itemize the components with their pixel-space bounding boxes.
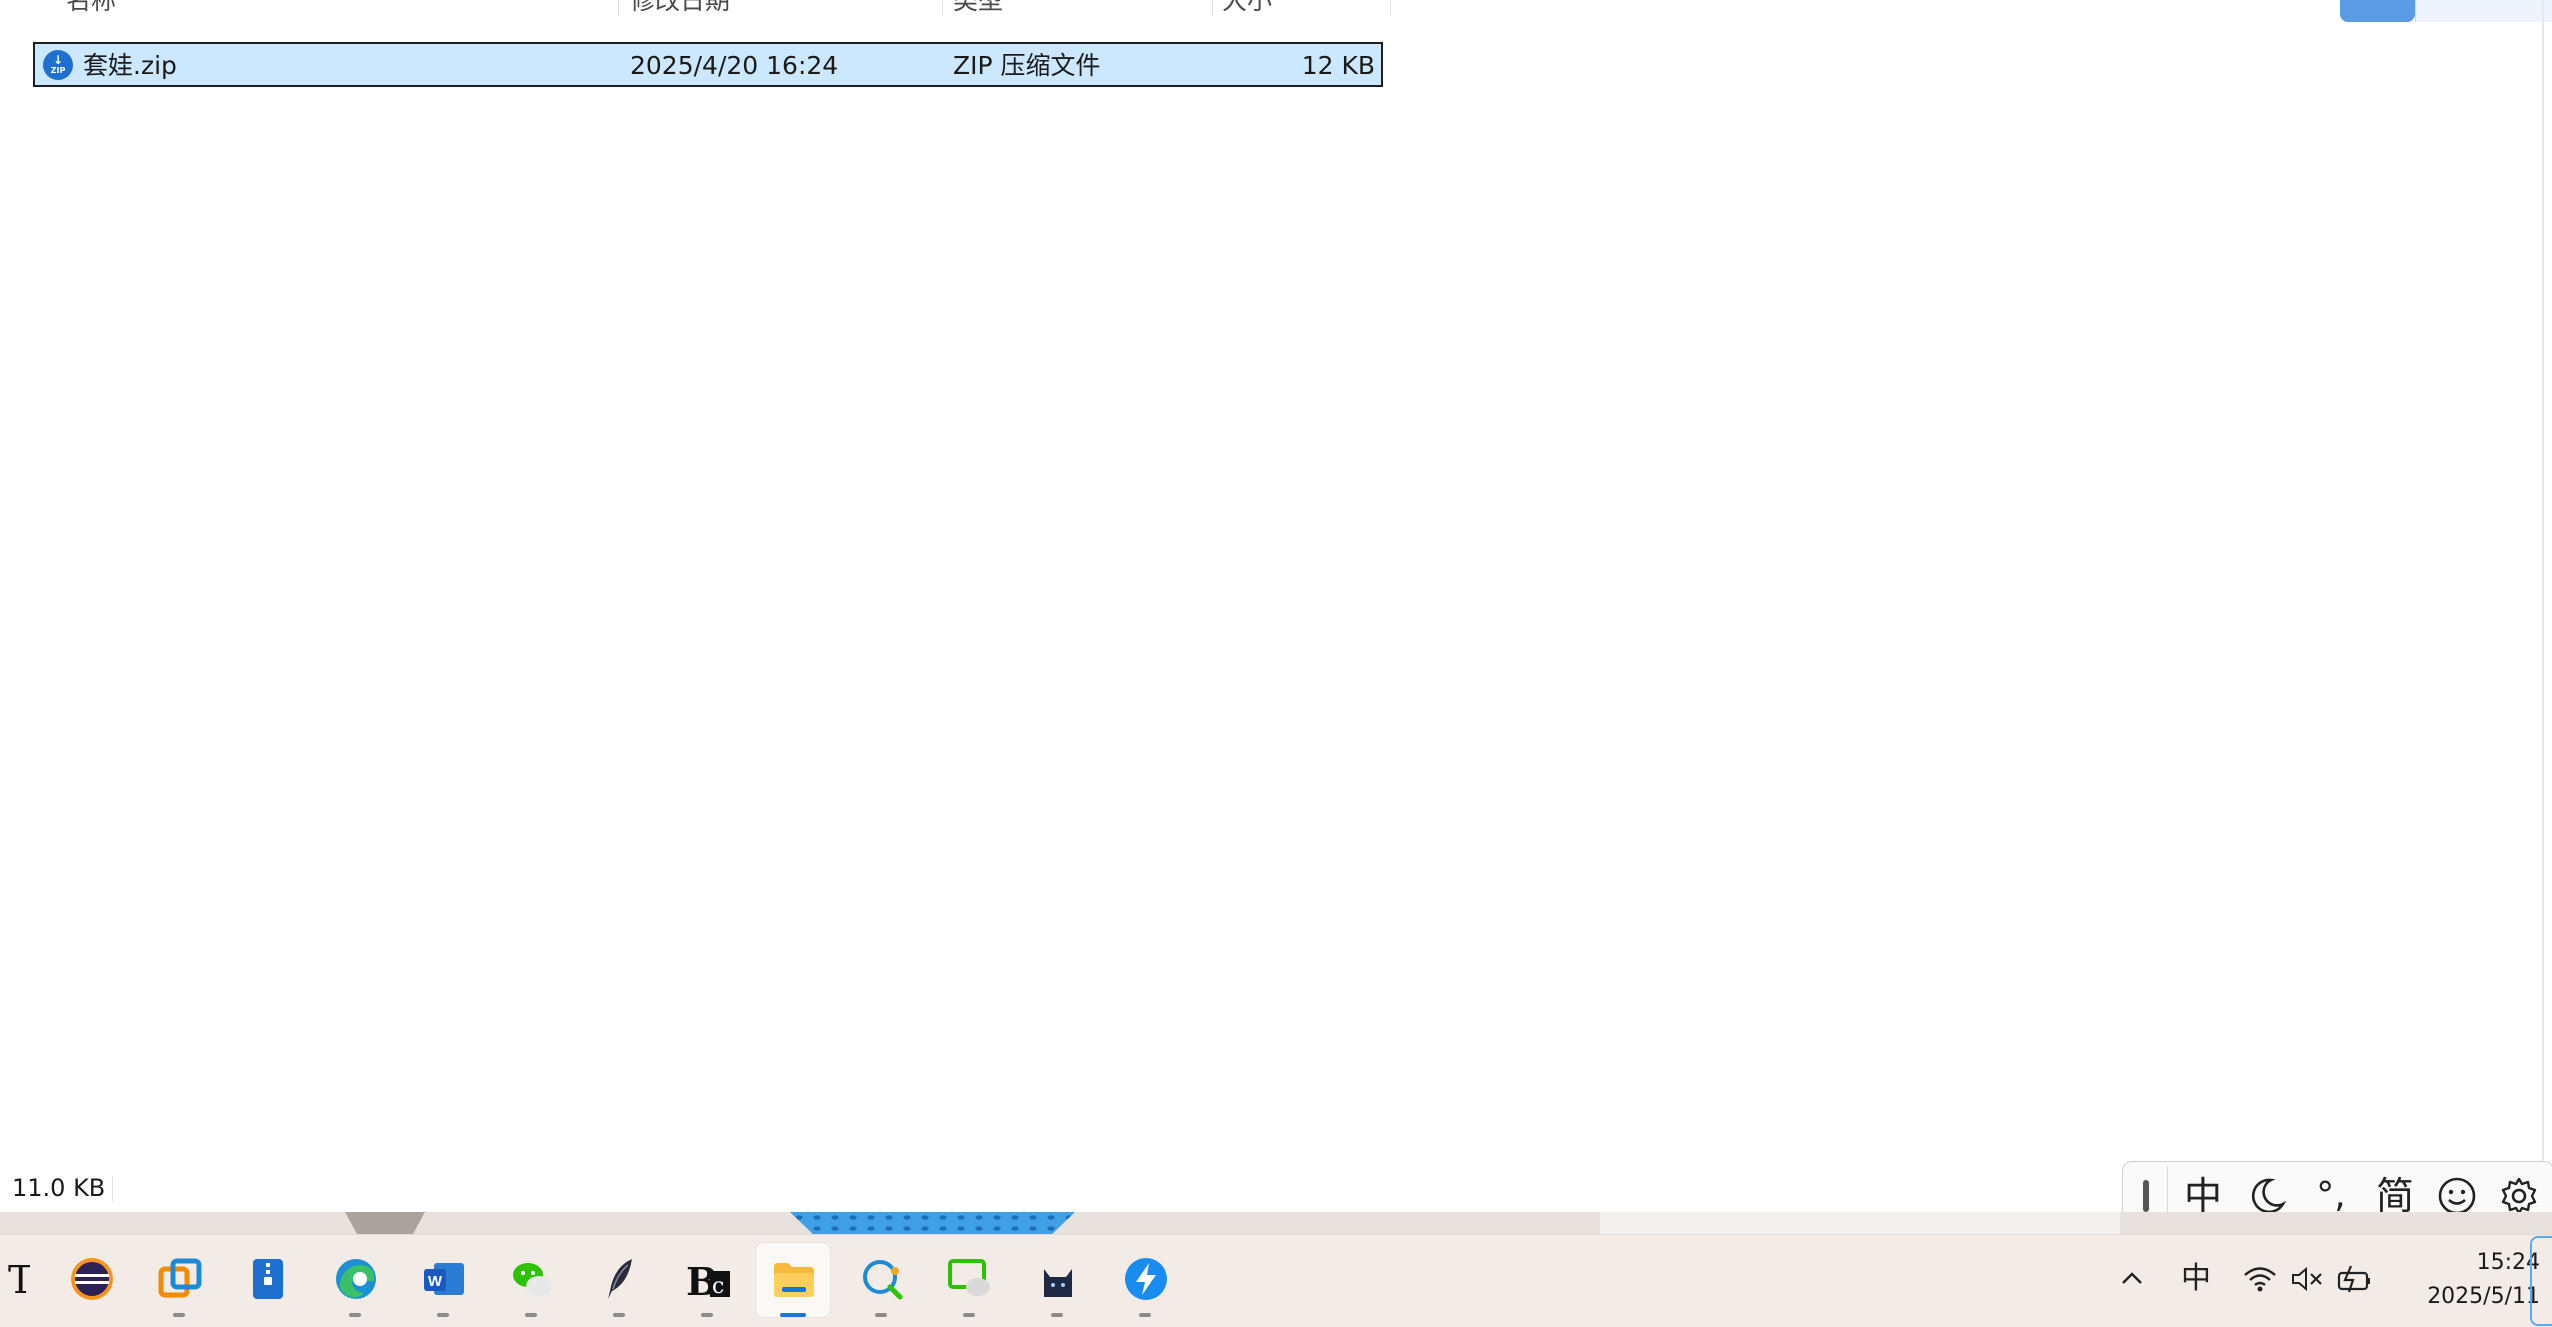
- column-header-row: 名称 修改日期 类型 大小: [0, 0, 1392, 16]
- cat-icon: [1044, 1269, 1072, 1297]
- file-type: ZIP 压缩文件: [953, 51, 1101, 80]
- status-divider: [112, 1176, 113, 1202]
- wallpaper-shape: [345, 1212, 425, 1234]
- zip-archive-icon: ↓ ZIP: [43, 50, 73, 80]
- taskbar: T W B c: [0, 1234, 2552, 1327]
- ime-drag-handle[interactable]: [2143, 1180, 2149, 1212]
- file-size: 12 KB: [1301, 51, 1375, 80]
- taskbar-app-wechat[interactable]: [494, 1243, 568, 1317]
- active-indicator: [780, 1313, 806, 1317]
- running-indicator: [963, 1313, 975, 1317]
- vmware-icon: [158, 1258, 202, 1298]
- column-divider[interactable]: [1212, 0, 1213, 16]
- chevron-up-icon[interactable]: [2112, 1256, 2152, 1302]
- taskbar-app-quill[interactable]: [582, 1243, 656, 1317]
- file-row-selected[interactable]: ↓ ZIP 套娃.zip 2025/4/20 16:24 ZIP 压缩文件 12 …: [33, 42, 1383, 87]
- column-divider[interactable]: [942, 0, 943, 16]
- clock-date: 2025/5/11: [2427, 1284, 2540, 1309]
- svg-text:W: W: [428, 1273, 443, 1290]
- edge-icon: [336, 1259, 376, 1299]
- wallpaper-shape: [790, 1212, 1075, 1234]
- search-box[interactable]: [2415, 0, 2552, 22]
- taskbar-app-typora[interactable]: T: [0, 1243, 44, 1317]
- column-header-type[interactable]: 类型: [953, 0, 1003, 16]
- running-indicator: [525, 1313, 537, 1317]
- taskbar-app-lightning[interactable]: [1108, 1243, 1182, 1317]
- column-divider[interactable]: [1390, 0, 1391, 16]
- archive-app-icon: [253, 1259, 283, 1299]
- file-modified: 2025/4/20 16:24: [630, 51, 839, 80]
- taskbar-app-monitor-chat[interactable]: [932, 1243, 1006, 1317]
- scrollbar-track[interactable]: [2542, 0, 2544, 1230]
- clock-time: 15:24: [2476, 1250, 2540, 1275]
- lightning-icon: [1125, 1258, 1167, 1300]
- column-header-modified[interactable]: 修改日期: [630, 0, 730, 16]
- search-bubble-icon: [863, 1260, 903, 1300]
- taskbar-app-bc[interactable]: B c: [670, 1243, 744, 1317]
- column-header-name[interactable]: 名称: [66, 0, 116, 16]
- running-indicator: [613, 1313, 625, 1317]
- running-indicator: [437, 1313, 449, 1317]
- running-indicator: [875, 1313, 887, 1317]
- show-desktop-button[interactable]: [2530, 1236, 2552, 1326]
- taskbar-app-eclipse[interactable]: [54, 1243, 128, 1317]
- taskbar-app-search-bubble[interactable]: [844, 1243, 918, 1317]
- taskbar-app-file-explorer[interactable]: [756, 1243, 830, 1317]
- toolbar-button[interactable]: [2340, 0, 2415, 22]
- bc-icon: B c: [686, 1259, 730, 1301]
- svg-text:c: c: [712, 1274, 724, 1299]
- svg-text:T: T: [8, 1258, 30, 1301]
- running-indicator: [1139, 1313, 1151, 1317]
- taskbar-app-cat[interactable]: [1020, 1243, 1094, 1317]
- battery-charging-icon[interactable]: [2335, 1256, 2375, 1302]
- running-indicator: [701, 1313, 713, 1317]
- wechat-icon: [513, 1263, 552, 1296]
- taskbar-app-vmware[interactable]: [142, 1243, 216, 1317]
- monitor-chat-icon: [948, 1259, 990, 1296]
- typora-icon: T: [8, 1258, 30, 1301]
- wifi-icon[interactable]: [2240, 1256, 2280, 1302]
- taskbar-app-word[interactable]: W: [406, 1243, 480, 1317]
- eclipse-icon: [71, 1258, 113, 1300]
- volume-muted-icon[interactable]: [2287, 1256, 2327, 1302]
- selection-size-status: 11.0 KB: [12, 1174, 106, 1202]
- desktop-wallpaper-strip: [0, 1212, 2552, 1234]
- word-icon: W: [424, 1263, 464, 1295]
- running-indicator: [173, 1313, 185, 1317]
- wallpaper-shape: [1600, 1212, 2120, 1234]
- column-header-size[interactable]: 大小: [1222, 0, 1272, 16]
- column-divider[interactable]: [618, 0, 619, 16]
- folder-icon: [774, 1263, 814, 1297]
- taskbar-app-archive[interactable]: [230, 1243, 304, 1317]
- running-indicator: [349, 1313, 361, 1317]
- quill-icon: [608, 1259, 632, 1299]
- file-name: 套娃.zip: [83, 51, 177, 80]
- taskbar-app-edge[interactable]: [318, 1243, 392, 1317]
- tray-ime-indicator[interactable]: 中: [2176, 1256, 2216, 1302]
- clock[interactable]: 15:24 2025/5/11: [2390, 1246, 2540, 1314]
- running-indicator: [1051, 1313, 1063, 1317]
